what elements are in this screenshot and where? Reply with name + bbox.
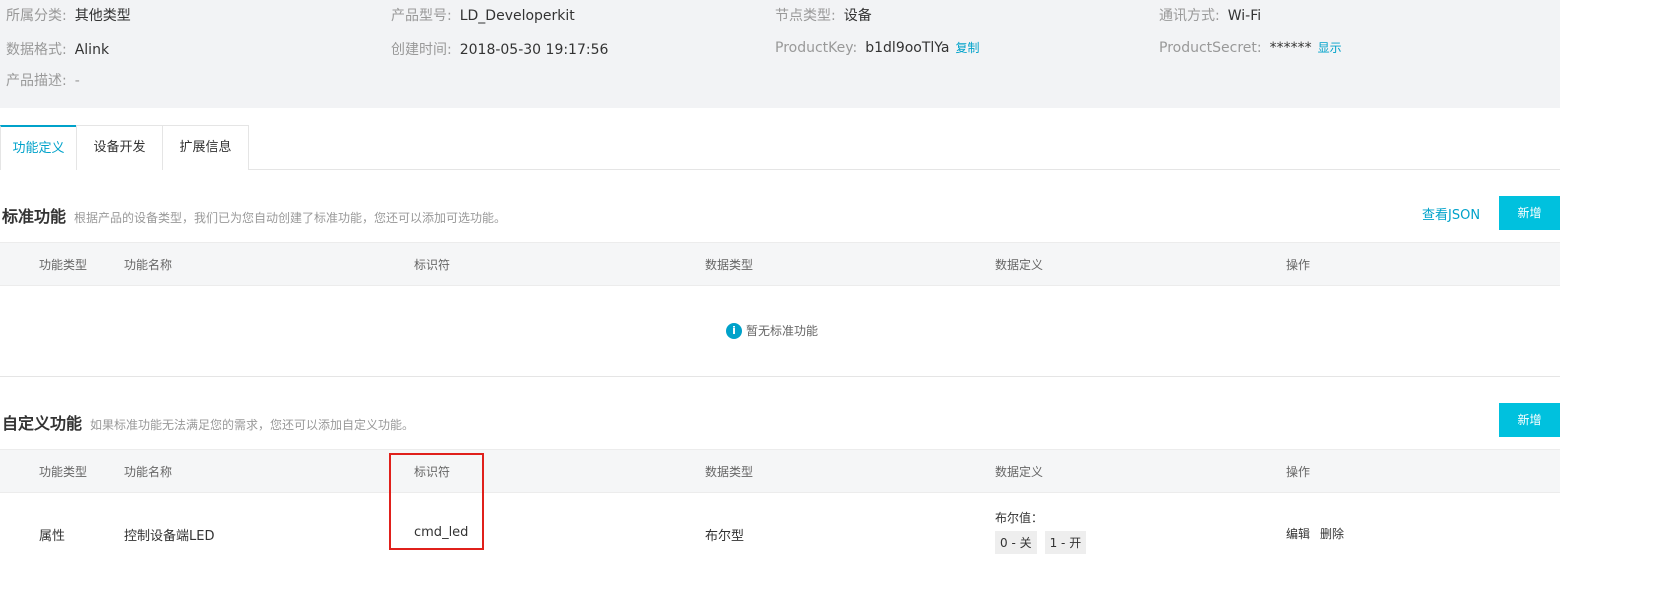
category-label: 所属分类:	[6, 8, 67, 24]
col-identifier: 标识符	[414, 258, 451, 272]
node-label: 节点类型:	[775, 8, 836, 24]
row-function-name: 控制设备端LED	[124, 529, 215, 544]
tabs-divider	[248, 169, 1560, 170]
row-definition-label: 布尔值：	[995, 511, 1044, 525]
delete-link[interactable]: 删除	[1320, 525, 1344, 542]
custom-add-button[interactable]: 新增	[1499, 403, 1560, 437]
tab-device-development[interactable]: 设备开发	[76, 125, 163, 170]
col-function-type: 功能类型	[39, 465, 88, 479]
view-json-link[interactable]: 查看JSON	[1422, 204, 1480, 223]
created-value: 2018-05-30 19:17:56	[459, 42, 609, 58]
custom-section-title: 自定义功能 如果标准功能无法满足您的需求，您还可以添加自定义功能。	[2, 410, 414, 434]
custom-title: 自定义功能	[2, 414, 83, 433]
model-value: LD_Developerkit	[459, 8, 575, 24]
empty-message: i 暂无标准功能	[726, 322, 818, 339]
tab-function-definition[interactable]: 功能定义	[0, 125, 77, 170]
format-label: 数据格式:	[6, 42, 67, 58]
definition-tag-off: 0 - 关	[995, 531, 1037, 554]
product-key-value: b1dl9ooTlYa	[865, 40, 950, 56]
model-info: 产品型号: LD_Developerkit	[391, 5, 575, 25]
row-function-type: 属性	[39, 529, 66, 544]
info-icon: i	[726, 322, 742, 339]
identifier-highlight-box	[389, 453, 484, 550]
row-definition-tags: 0 - 关 1 - 开	[995, 531, 1094, 554]
product-key-label: ProductKey:	[775, 40, 858, 56]
description-value: -	[74, 73, 80, 89]
col-function-name: 功能名称	[124, 258, 173, 272]
standard-section-title: 标准功能 根据产品的设备类型，我们已为您自动创建了标准功能，您还可以添加可选功能。	[2, 203, 506, 227]
custom-table-header: 功能类型 功能名称 标识符 数据类型 数据定义 操作	[0, 449, 1560, 493]
custom-desc: 如果标准功能无法满足您的需求，您还可以添加自定义功能。	[90, 418, 415, 432]
empty-text: 暂无标准功能	[746, 324, 819, 338]
tab-extended-info[interactable]: 扩展信息	[162, 125, 249, 170]
node-info: 节点类型: 设备	[775, 5, 872, 25]
col-data-type: 数据类型	[705, 258, 754, 272]
show-secret-link[interactable]: 显示	[1318, 41, 1342, 55]
col-data-definition: 数据定义	[995, 465, 1044, 479]
format-info: 数据格式: Alink	[6, 39, 109, 59]
description-label: 产品描述:	[6, 73, 67, 89]
format-value: Alink	[74, 42, 110, 58]
comm-value: Wi-Fi	[1227, 8, 1262, 24]
product-secret-value: ******	[1269, 40, 1312, 56]
comm-info: 通讯方式: Wi-Fi	[1159, 5, 1261, 25]
created-label: 创建时间:	[391, 42, 452, 58]
standard-add-button[interactable]: 新增	[1499, 196, 1560, 230]
standard-table-empty: i 暂无标准功能	[0, 286, 1560, 377]
node-value: 设备	[843, 8, 872, 24]
col-data-definition: 数据定义	[995, 258, 1044, 272]
col-operation: 操作	[1286, 258, 1311, 272]
standard-title: 标准功能	[2, 207, 67, 226]
col-function-type: 功能类型	[39, 258, 88, 272]
col-function-name: 功能名称	[124, 465, 173, 479]
col-data-type: 数据类型	[705, 465, 754, 479]
description-info: 产品描述: -	[6, 70, 80, 90]
comm-label: 通讯方式:	[1159, 8, 1220, 24]
product-info-panel: 所属分类: 其他类型 产品型号: LD_Developerkit 节点类型: 设备 通…	[0, 0, 1560, 108]
edit-link[interactable]: 编辑	[1286, 525, 1310, 542]
category-value: 其他类型	[74, 8, 131, 24]
row-data-type: 布尔型	[705, 529, 745, 544]
col-operation: 操作	[1286, 465, 1311, 479]
copy-link[interactable]: 复制	[956, 41, 980, 55]
definition-tag-on: 1 - 开	[1044, 531, 1087, 554]
category-info: 所属分类: 其他类型	[6, 5, 131, 25]
standard-desc: 根据产品的设备类型，我们已为您自动创建了标准功能，您还可以添加可选功能。	[74, 211, 507, 225]
created-info: 创建时间: 2018-05-30 19:17:56	[391, 39, 608, 59]
product-key-info: ProductKey: b1dl9ooTlYa 复制	[775, 39, 980, 56]
product-secret-info: ProductSecret: ****** 显示	[1159, 39, 1342, 56]
model-label: 产品型号:	[391, 8, 452, 24]
product-secret-label: ProductSecret:	[1159, 40, 1262, 56]
standard-table-header: 功能类型 功能名称 标识符 数据类型 数据定义 操作	[0, 242, 1560, 286]
